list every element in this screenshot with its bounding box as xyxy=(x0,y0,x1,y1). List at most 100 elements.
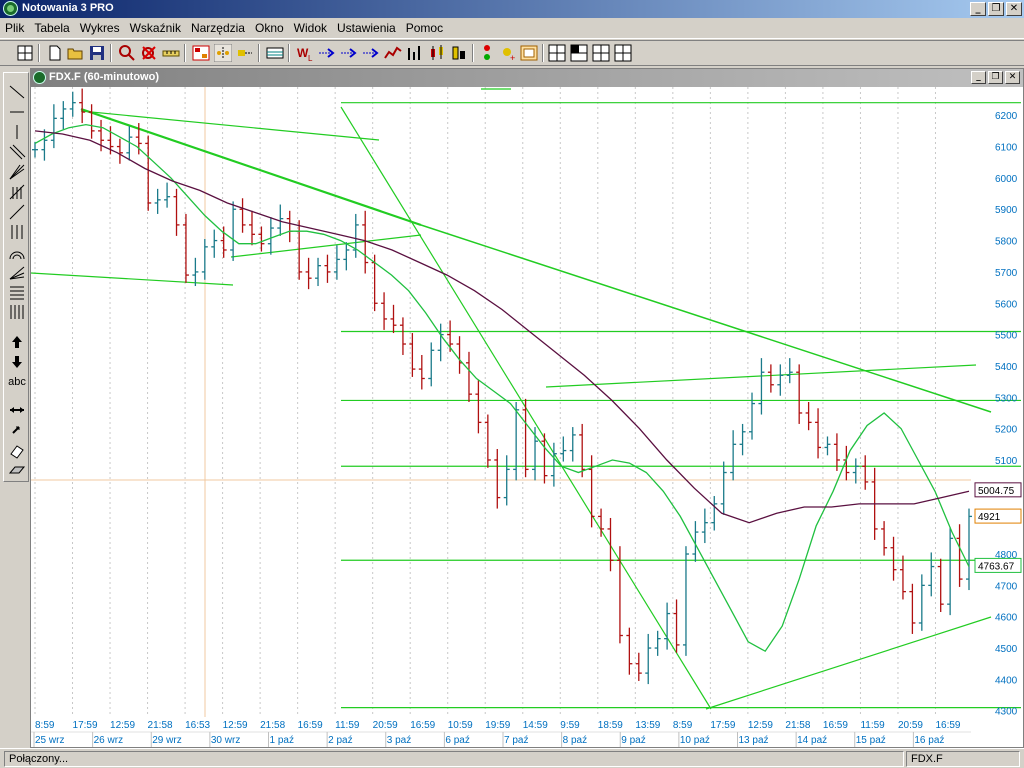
x-axis-date-label: 26 wrz xyxy=(94,735,123,746)
layout-4-icon[interactable] xyxy=(614,44,632,62)
price-chart[interactable]: 6200 6100 6000 5900 5800 5700 5600 5500 5400 5300… xyxy=(31,87,1023,747)
counter-icon[interactable] xyxy=(192,44,210,62)
trend-line-tool-icon[interactable] xyxy=(7,203,27,221)
x-axis-time-label: 9:59 xyxy=(560,720,580,731)
line-tool-icon[interactable] xyxy=(7,83,27,101)
resize-tool-icon[interactable] xyxy=(7,421,27,439)
x-axis-time-label: 17:59 xyxy=(73,720,98,731)
chart-window-title: FDX.F (60-minutowo) xyxy=(49,71,159,83)
chart-window-icon xyxy=(33,71,46,84)
move-icon[interactable] xyxy=(236,44,254,62)
y-axis-tick-label: 5500 xyxy=(995,331,1018,342)
menu-wykres[interactable]: Wykres xyxy=(75,21,125,35)
menu-okno[interactable]: Okno xyxy=(250,21,289,35)
cycle-lines-tool-icon[interactable] xyxy=(7,303,27,321)
delete-indicator-icon[interactable] xyxy=(140,44,158,62)
layout-1-icon[interactable] xyxy=(548,44,566,62)
y-axis-tick-label: 5600 xyxy=(995,299,1018,310)
x-axis-time-label: 18:59 xyxy=(598,720,623,731)
chart-w-icon[interactable]: WL xyxy=(296,44,314,62)
arcs-tool-icon[interactable] xyxy=(7,243,27,261)
x-axis-time-label: 10:59 xyxy=(448,720,473,731)
ruler-icon[interactable] xyxy=(162,44,180,62)
x-axis-time-label: 16:59 xyxy=(298,720,323,731)
candlestick-icon[interactable] xyxy=(428,44,446,62)
y-axis-tick-label: 6200 xyxy=(995,111,1018,122)
x-axis-date-label: 14 paź xyxy=(797,735,827,746)
menu-narzedzia[interactable]: Narzędzia xyxy=(186,21,250,35)
x-axis-date-label: 25 wrz xyxy=(35,735,64,746)
restore-button[interactable]: ❐ xyxy=(988,2,1004,16)
svg-text:L: L xyxy=(308,54,313,62)
gann-tool-icon[interactable] xyxy=(7,183,27,201)
x-axis-time-label: 8:59 xyxy=(35,720,55,731)
text-tool[interactable]: abc xyxy=(7,373,27,391)
menu-tabela[interactable]: Tabela xyxy=(29,21,74,35)
eraser-tool-icon[interactable] xyxy=(7,441,27,459)
menu-wskaznik[interactable]: Wskaźnik xyxy=(125,21,186,35)
minimize-button[interactable]: _ xyxy=(970,2,986,16)
menu-bar: Plik Tabela Wykres Wskaźnik Narzędzia Ok… xyxy=(0,18,1024,39)
x-axis-time-label: 13:59 xyxy=(635,720,660,731)
eraser-all-tool-icon[interactable] xyxy=(7,461,27,479)
menu-pomoc[interactable]: Pomoc xyxy=(401,21,448,35)
save-icon[interactable] xyxy=(88,44,106,62)
x-axis-time-label: 11:59 xyxy=(860,720,885,731)
image-icon[interactable] xyxy=(520,44,538,62)
horizontal-arrows-tool-icon[interactable] xyxy=(7,401,27,419)
x-axis-time-label: 21:58 xyxy=(148,720,173,731)
grid-icon[interactable] xyxy=(16,44,34,62)
x-axis-time-label: 12:59 xyxy=(748,720,773,731)
fan-lines-tool-icon[interactable] xyxy=(7,263,27,281)
open-folder-icon[interactable] xyxy=(66,44,84,62)
arrow-right-3-icon[interactable] xyxy=(362,44,380,62)
close-button[interactable]: ✕ xyxy=(1006,2,1022,16)
menu-widok[interactable]: Widok xyxy=(289,21,332,35)
zoom-icon[interactable] xyxy=(118,44,136,62)
svg-text:+: + xyxy=(510,53,515,62)
horizontal-line-tool-icon[interactable] xyxy=(7,103,27,121)
menu-plik[interactable]: Plik xyxy=(0,21,29,35)
y-axis-tick-label: 6000 xyxy=(995,174,1018,185)
chart-window-title-bar: FDX.F (60-minutowo) _ ❐ ✕ xyxy=(31,69,1023,87)
chart-minimize-button[interactable]: _ xyxy=(971,71,986,84)
arrow-right-1-icon[interactable] xyxy=(318,44,336,62)
bar-chart-icon[interactable] xyxy=(406,44,424,62)
layout-2-icon[interactable] xyxy=(570,44,588,62)
vertical-lines-tool-icon[interactable] xyxy=(7,223,27,241)
y-axis-tick-label: 4300 xyxy=(995,707,1018,718)
arrow-up-tool-icon[interactable] xyxy=(7,333,27,351)
toolbar: WL + xyxy=(0,40,1024,66)
x-axis-time-label: 16:59 xyxy=(823,720,848,731)
x-axis-time-label: 20:59 xyxy=(898,720,923,731)
x-axis-date-label: 30 wrz xyxy=(211,735,240,746)
menu-ustawienia[interactable]: Ustawienia xyxy=(332,21,401,35)
line-chart-icon[interactable] xyxy=(384,44,402,62)
y-axis-tick-label: 5400 xyxy=(995,362,1018,373)
ohlc-icon[interactable] xyxy=(450,44,468,62)
x-axis-time-label: 14:59 xyxy=(523,720,548,731)
x-axis-date-label: 2 paź xyxy=(328,735,352,746)
parallel-channel-tool-icon[interactable] xyxy=(7,143,27,161)
chart-restore-button[interactable]: ❐ xyxy=(988,71,1003,84)
signal-icon[interactable] xyxy=(478,44,496,62)
arrow-down-tool-icon[interactable] xyxy=(7,353,27,371)
chart-close-button[interactable]: ✕ xyxy=(1005,71,1020,84)
chart-background xyxy=(31,87,1023,747)
pan-icon[interactable] xyxy=(214,44,232,62)
vertical-line-tool-icon[interactable] xyxy=(7,123,27,141)
y-axis-tick-label: 5100 xyxy=(995,456,1018,467)
new-file-icon[interactable] xyxy=(46,44,64,62)
x-axis-time-label: 16:59 xyxy=(935,720,960,731)
arrow-right-2-icon[interactable] xyxy=(340,44,358,62)
y-axis-tick-label: 4700 xyxy=(995,581,1018,592)
fan-tool-icon[interactable] xyxy=(7,163,27,181)
y-axis-tick-label: 4600 xyxy=(995,613,1018,624)
fibonacci-tool-icon[interactable] xyxy=(7,283,27,301)
x-axis-date-label: 15 paź xyxy=(856,735,886,746)
marker-icon[interactable]: + xyxy=(500,44,518,62)
y-axis-tick-label: 4500 xyxy=(995,644,1018,655)
table-icon[interactable] xyxy=(266,44,284,62)
x-axis-date-label: 13 paź xyxy=(739,735,769,746)
layout-3-icon[interactable] xyxy=(592,44,610,62)
